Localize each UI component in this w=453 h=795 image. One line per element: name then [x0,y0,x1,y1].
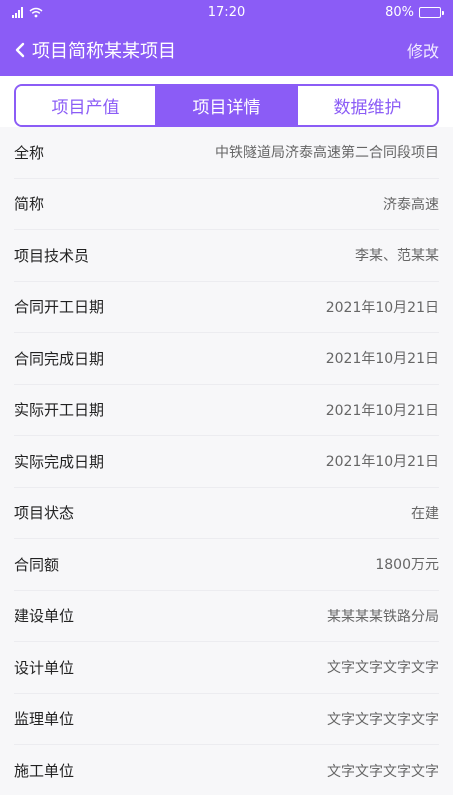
detail-label: 合同开工日期 [14,298,105,317]
detail-value: 2021年10月21日 [325,299,439,316]
segmented-tabs: 项目产值 项目详情 数据维护 [14,84,439,127]
detail-row-short-name: 简称 济泰高速 [14,179,439,230]
detail-label: 施工单位 [14,762,75,781]
status-left [12,6,132,18]
detail-label: 合同完成日期 [14,349,105,368]
chevron-left-icon [15,42,25,58]
detail-label: 监理单位 [14,710,75,729]
wifi-icon [29,7,43,17]
detail-label: 项目技术员 [14,246,90,265]
battery-icon [419,6,444,18]
signal-icon [12,6,23,18]
detail-row-construction-unit: 建设单位 某某某某铁路分局 [14,591,439,642]
detail-list: 全称 中铁隧道局济泰高速第二合同段项目 简称 济泰高速 项目技术员 李某、范某某… [0,127,453,795]
detail-row-contractor-unit: 施工单位 文字文字文字文字 [14,745,439,795]
detail-value: 文字文字文字文字 [327,711,439,728]
detail-label: 项目状态 [14,504,75,523]
detail-label: 合同额 [14,555,60,574]
detail-label: 建设单位 [14,607,75,626]
detail-label: 全称 [14,143,45,162]
detail-label: 实际开工日期 [14,401,105,420]
detail-value: 1800万元 [375,557,439,574]
detail-value: 济泰高速 [383,196,439,213]
page-title: 项目简称某某项目 [32,41,176,62]
nav-bar: 项目简称某某项目 修改 [0,24,453,76]
detail-value: 2021年10月21日 [325,402,439,419]
detail-row-contract-end: 合同完成日期 2021年10月21日 [14,333,439,385]
detail-value: 文字文字文字文字 [327,660,439,677]
tab-output-value[interactable]: 项目产值 [16,86,155,125]
tabs-container: 项目产值 项目详情 数据维护 [0,76,453,127]
detail-row-full-name: 全称 中铁隧道局济泰高速第二合同段项目 [14,127,439,179]
status-bar: 17:20 80% [0,0,453,24]
detail-value: 2021年10月21日 [325,351,439,368]
detail-row-technician: 项目技术员 李某、范某某 [14,230,439,282]
detail-value: 在建 [411,505,439,522]
detail-row-design-unit: 设计单位 文字文字文字文字 [14,642,439,694]
edit-button[interactable]: 修改 [407,38,439,62]
detail-value: 2021年10月21日 [325,454,439,471]
battery-percent: 80% [385,4,414,20]
detail-row-actual-end: 实际完成日期 2021年10月21日 [14,436,439,488]
detail-value: 文字文字文字文字 [327,763,439,780]
detail-row-contract-start: 合同开工日期 2021年10月21日 [14,282,439,333]
detail-row-contract-amount: 合同额 1800万元 [14,539,439,591]
detail-value: 中铁隧道局济泰高速第二合同段项目 [215,145,439,162]
detail-label: 实际完成日期 [14,452,105,471]
status-time: 17:20 [207,4,246,20]
detail-row-supervision-unit: 监理单位 文字文字文字文字 [14,694,439,745]
detail-row-actual-start: 实际开工日期 2021年10月21日 [14,385,439,436]
detail-label: 设计单位 [14,658,75,677]
status-right: 80% [321,4,444,20]
app-screen: 17:20 80% 项目简称某某项目 修改 项目产值 项目详情 数据维护 全称 … [0,0,453,795]
tab-data-maintenance[interactable]: 数据维护 [296,86,437,125]
detail-label: 简称 [14,195,45,214]
detail-value: 李某、范某某 [355,248,439,265]
detail-row-status: 项目状态 在建 [14,488,439,539]
back-button[interactable] [14,42,26,58]
detail-value: 某某某某铁路分局 [327,608,439,625]
tab-project-details[interactable]: 项目详情 [155,86,296,125]
